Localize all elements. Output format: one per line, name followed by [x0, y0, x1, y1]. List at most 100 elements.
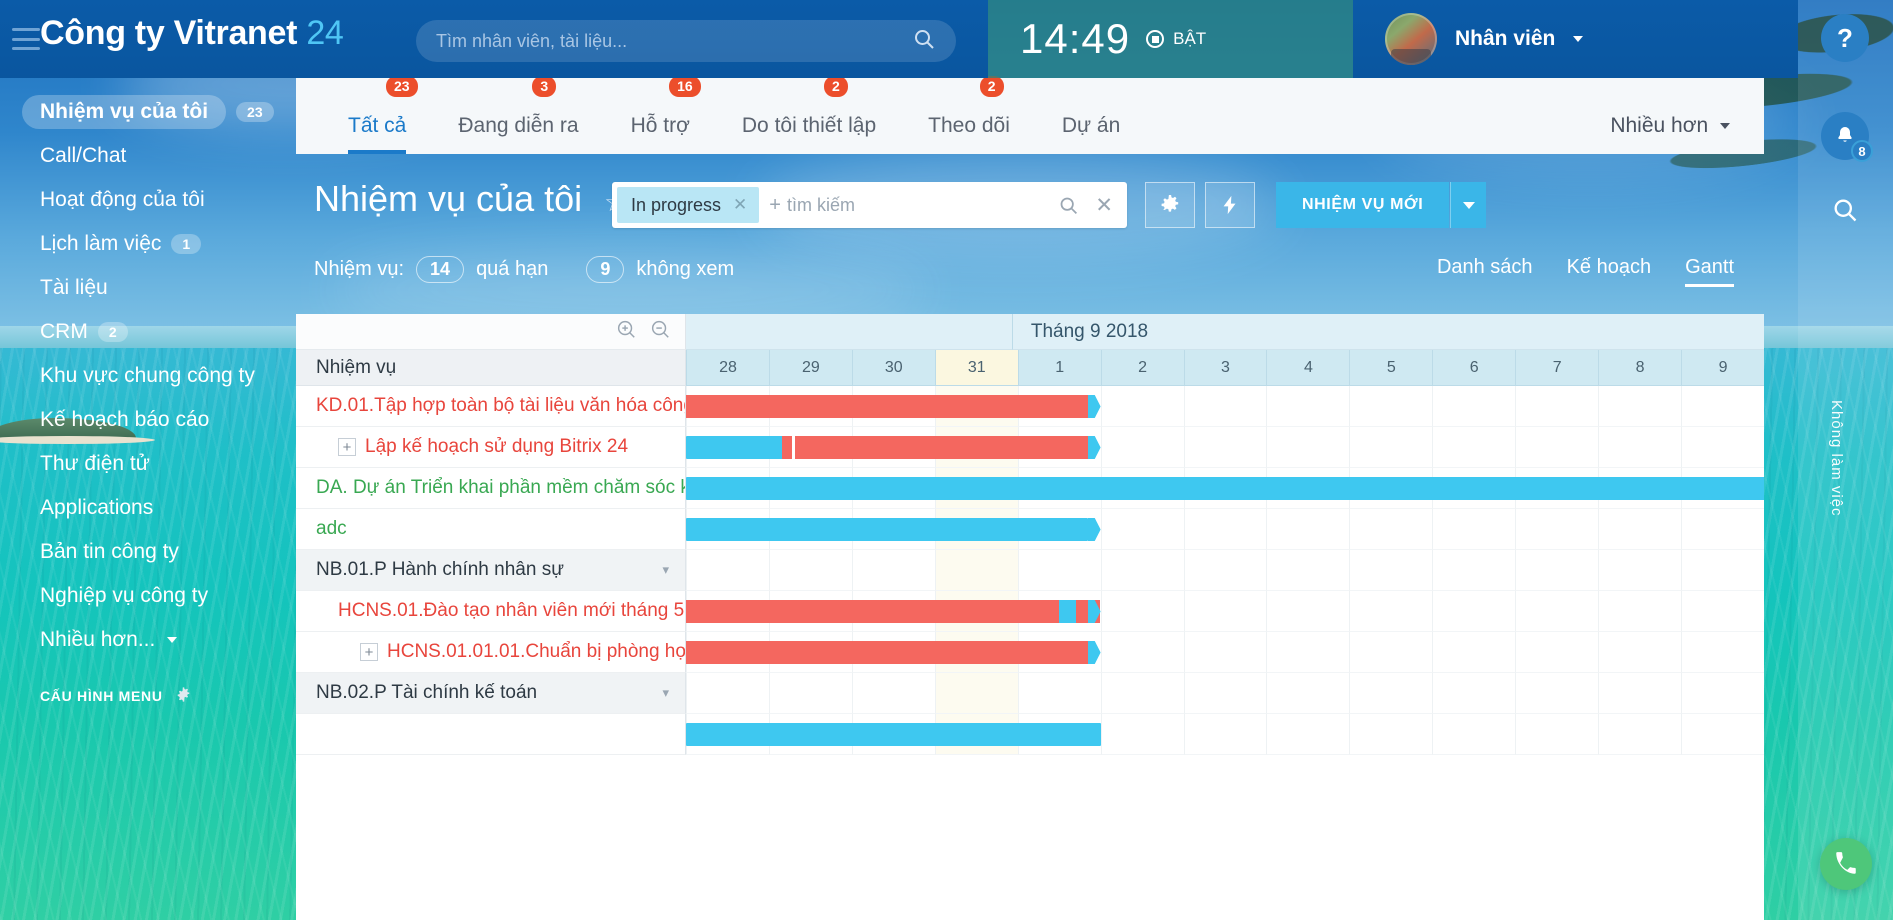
gantt-row-name[interactable]: DA. Dự án Triển khai phần mềm chăm sóc k…: [296, 468, 686, 509]
sidebar-item-12[interactable]: Nhiều hơn...: [0, 618, 296, 662]
chevron-down-icon[interactable]: [1573, 36, 1584, 42]
chevron-down-icon[interactable]: ▾: [662, 562, 669, 578]
call-button[interactable]: [1820, 838, 1872, 890]
gantt-row[interactable]: DA. Dự án Triển khai phần mềm chăm sóc k…: [296, 468, 1764, 509]
expand-icon[interactable]: +: [338, 438, 356, 456]
gantt-row[interactable]: KD.01.Tập hợp toàn bộ tài liệu văn hóa c…: [296, 386, 1764, 427]
brand-title[interactable]: Công ty Vitranet 24: [40, 14, 344, 53]
sidebar-item-0[interactable]: Nhiệm vụ của tôi 23: [0, 90, 296, 134]
filter-search-input[interactable]: [786, 194, 1051, 216]
gantt-row[interactable]: NB.01.P Hành chính nhân sự ▾: [296, 550, 1764, 591]
gantt-grid-cell: [1266, 386, 1350, 427]
gantt-row-name[interactable]: [296, 714, 686, 755]
gantt-bar[interactable]: [686, 723, 1101, 746]
sidebar-item-6[interactable]: Khu vực chung công ty: [0, 354, 296, 398]
gantt-row-name[interactable]: adc: [296, 509, 686, 550]
gantt-row[interactable]: adc: [296, 509, 1764, 550]
settings-button[interactable]: [1145, 182, 1195, 228]
gantt-day-cell: 1: [1017, 350, 1101, 386]
filter-chip[interactable]: In progress ✕: [617, 187, 760, 223]
rail-search-button[interactable]: [1821, 186, 1869, 234]
sidebar-item-11[interactable]: Nghiệp vụ công ty: [0, 574, 296, 618]
tab-1[interactable]: Đang diễn ra 3: [432, 76, 604, 154]
tab-5[interactable]: Dự án: [1036, 114, 1146, 154]
sidebar-item-count: 2: [97, 322, 128, 342]
sidebar-config-menu[interactable]: CẤU HÌNH MENU: [0, 686, 296, 706]
gantt-grid-cell: [1681, 591, 1764, 632]
sidebar-item-label: Nghiệp vụ công ty: [40, 584, 209, 607]
sidebar-item-8[interactable]: Thư điện tử: [0, 442, 296, 486]
gantt-row[interactable]: NB.02.P Tài chính kế toán ▾: [296, 673, 1764, 714]
clear-filter-icon[interactable]: ✕: [1095, 193, 1113, 218]
gantt-bar[interactable]: [686, 518, 1088, 541]
gantt-row-name[interactable]: NB.02.P Tài chính kế toán ▾: [296, 673, 686, 714]
new-task-button[interactable]: NHIỆM VỤ MỚI: [1276, 182, 1450, 228]
gantt-grid-cell: [934, 673, 1018, 714]
tab-more[interactable]: Nhiều hơn: [1584, 114, 1764, 154]
expand-icon[interactable]: +: [360, 643, 378, 661]
tab-label: Dự án: [1061, 114, 1121, 137]
notifications-button[interactable]: 8: [1821, 112, 1873, 162]
new-task-label: NHIỆM VỤ MỚI: [1302, 196, 1424, 213]
gantt-bar[interactable]: [686, 641, 1088, 664]
chevron-down-icon[interactable]: ▾: [662, 685, 669, 701]
sidebar-item-label: Tài liệu: [40, 276, 108, 299]
global-search-box[interactable]: [416, 20, 956, 62]
gantt-row-name[interactable]: KD.01.Tập hợp toàn bộ tài liệu văn hóa c…: [296, 386, 686, 427]
add-filter-icon[interactable]: +: [769, 194, 781, 217]
tab-badge: 2: [823, 76, 848, 98]
gantt-row-name[interactable]: + Lập kế hoạch sử dụng Bitrix 24: [296, 427, 686, 468]
sidebar-item-5[interactable]: CRM 2: [0, 310, 296, 354]
sidebar-item-7[interactable]: Kế hoạch báo cáo: [0, 398, 296, 442]
zoom-in-icon[interactable]: [615, 318, 637, 345]
gantt-bar[interactable]: [686, 395, 1088, 418]
sidebar-item-4[interactable]: Tài liệu: [0, 266, 296, 310]
zoom-out-icon[interactable]: [649, 318, 671, 345]
tab-3[interactable]: Do tôi thiết lập 2: [716, 76, 902, 154]
gantt-grid-cell: [1100, 673, 1184, 714]
close-icon[interactable]: ✕: [733, 195, 747, 215]
gantt-row-name[interactable]: NB.01.P Hành chính nhân sự ▾: [296, 550, 686, 591]
overdue-count[interactable]: 14: [416, 256, 465, 283]
work-status-label[interactable]: Không làm việc: [1828, 400, 1845, 517]
gantt-grid-cell: [1432, 673, 1516, 714]
view-tab-0[interactable]: Danh sách: [1437, 256, 1533, 287]
gantt-grid-cell: [1598, 386, 1682, 427]
sidebar-item-10[interactable]: Bản tin công ty: [0, 530, 296, 574]
unseen-count[interactable]: 9: [586, 256, 625, 283]
gear-icon[interactable]: [175, 686, 192, 706]
gantt-row-name[interactable]: + HCNS.01.01.01.Chuẩn bị phòng họp, máy: [296, 632, 686, 673]
tab-4[interactable]: Theo dõi 2: [902, 76, 1036, 154]
gantt-row[interactable]: [296, 714, 1764, 755]
gantt-bar[interactable]: [686, 600, 1100, 623]
gantt-day-cell: 7: [1515, 350, 1599, 386]
time-tracker-widget[interactable]: 14:49 BẬT: [988, 0, 1353, 78]
avatar[interactable]: [1385, 13, 1437, 65]
gantt-bar[interactable]: [686, 436, 1088, 459]
header-user-section[interactable]: Nhân viên: [1353, 0, 1798, 78]
gantt-grid-cell: [1183, 632, 1267, 673]
clock-status[interactable]: BẬT: [1146, 29, 1206, 49]
sidebar-item-label: Hoạt động của tôi: [40, 188, 205, 211]
new-task-dropdown-button[interactable]: [1450, 182, 1486, 228]
gantt-row[interactable]: + Lập kế hoạch sử dụng Bitrix 24: [296, 427, 1764, 468]
sidebar-item-1[interactable]: Call/Chat: [0, 134, 296, 178]
gantt-row-name[interactable]: HCNS.01.Đào tạo nhân viên mới tháng 5: [296, 591, 686, 632]
filter-search-icon[interactable]: [1058, 195, 1079, 216]
gantt-row[interactable]: HCNS.01.Đào tạo nhân viên mới tháng 5: [296, 591, 1764, 632]
filter-search-bar[interactable]: In progress ✕ + ✕: [612, 182, 1127, 228]
sidebar-item-9[interactable]: Applications: [0, 486, 296, 530]
sidebar-item-2[interactable]: Hoạt động của tôi: [0, 178, 296, 222]
global-search-input[interactable]: [436, 30, 912, 52]
gantt-row[interactable]: + HCNS.01.01.01.Chuẩn bị phòng họp, máy: [296, 632, 1764, 673]
menu-toggle-icon[interactable]: [12, 28, 40, 50]
view-tab-2[interactable]: Gantt: [1685, 256, 1734, 287]
help-button[interactable]: ?: [1821, 14, 1869, 62]
automation-button[interactable]: [1205, 182, 1255, 228]
search-icon[interactable]: [912, 27, 936, 56]
view-tab-1[interactable]: Kế hoạch: [1567, 256, 1652, 287]
gantt-bar[interactable]: [686, 477, 1764, 500]
sidebar-item-3[interactable]: Lịch làm việc 1: [0, 222, 296, 266]
tab-0[interactable]: Tất cả 23: [322, 76, 432, 154]
tab-2[interactable]: Hỗ trợ 16: [605, 76, 716, 154]
